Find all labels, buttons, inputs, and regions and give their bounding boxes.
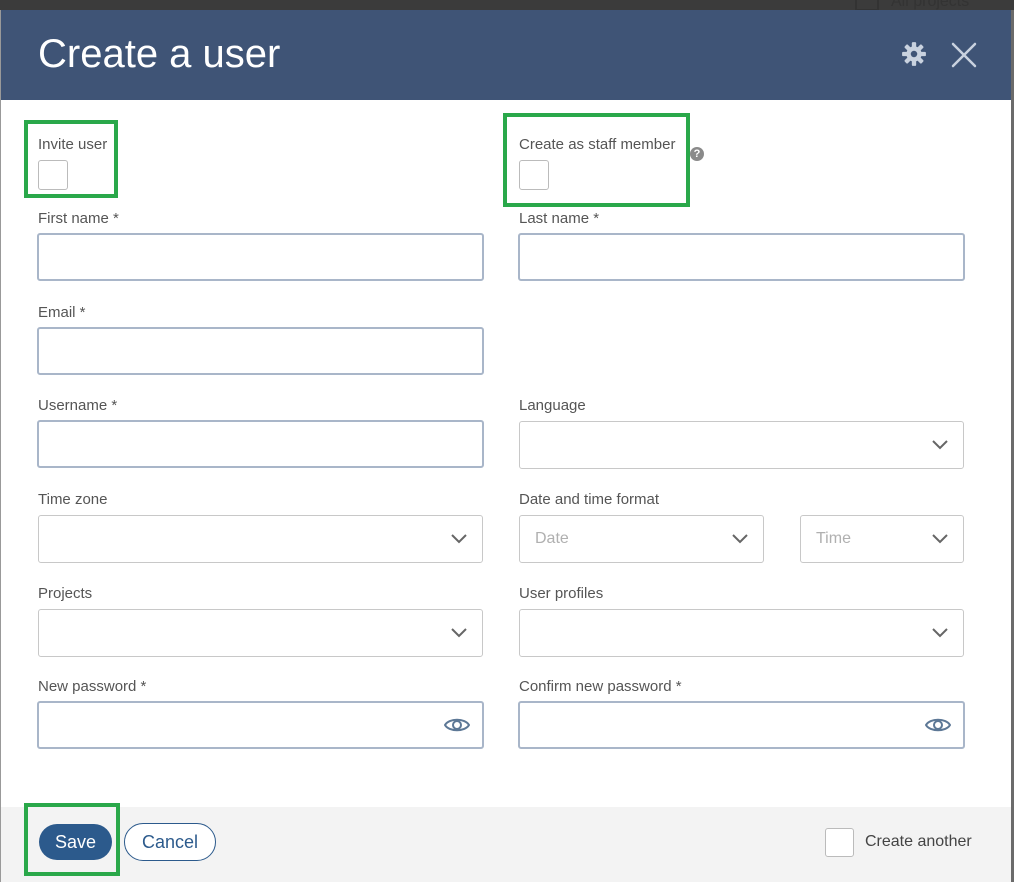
invite-user-checkbox[interactable] bbox=[38, 160, 68, 190]
confirm-password-label: Confirm new password * bbox=[519, 678, 682, 695]
create-another-label: Create another bbox=[865, 833, 972, 850]
new-password-label: New password * bbox=[38, 678, 147, 695]
close-icon[interactable] bbox=[949, 40, 979, 70]
time-placeholder: Time bbox=[816, 530, 851, 547]
confirm-password-input[interactable] bbox=[518, 701, 965, 749]
email-label: Email * bbox=[38, 304, 86, 321]
chevron-down-icon bbox=[451, 534, 467, 544]
gear-icon[interactable] bbox=[901, 41, 927, 67]
save-button[interactable]: Save bbox=[39, 824, 112, 860]
last-name-label: Last name * bbox=[519, 210, 600, 227]
staff-member-label: Create as staff member bbox=[519, 136, 676, 153]
chevron-down-icon bbox=[451, 628, 467, 638]
chevron-down-icon bbox=[932, 440, 948, 450]
first-name-input[interactable] bbox=[37, 233, 484, 281]
eye-icon[interactable] bbox=[444, 716, 470, 734]
email-input[interactable] bbox=[37, 327, 484, 375]
eye-icon[interactable] bbox=[925, 716, 951, 734]
modal-footer: Save Cancel Create another bbox=[1, 803, 1011, 882]
backdrop-breadcrumb: All projects bbox=[855, 0, 969, 11]
invite-user-label: Invite user bbox=[38, 136, 108, 153]
username-label: Username * bbox=[38, 397, 118, 414]
chevron-down-icon bbox=[932, 628, 948, 638]
date-time-format-label: Date and time format bbox=[519, 491, 660, 508]
last-name-input[interactable] bbox=[518, 233, 965, 281]
first-name-label: First name * bbox=[38, 210, 119, 227]
staff-member-checkbox[interactable] bbox=[519, 160, 549, 190]
time-format-select[interactable]: Time bbox=[800, 515, 964, 563]
language-select[interactable] bbox=[519, 421, 964, 469]
chevron-down-icon bbox=[732, 534, 748, 544]
projects-select[interactable] bbox=[38, 609, 483, 657]
cancel-button[interactable]: Cancel bbox=[124, 823, 216, 861]
time-zone-label: Time zone bbox=[38, 491, 108, 508]
user-profiles-select[interactable] bbox=[519, 609, 964, 657]
time-zone-select[interactable] bbox=[38, 515, 483, 563]
create-another-checkbox[interactable] bbox=[825, 828, 854, 857]
username-input[interactable] bbox=[37, 420, 484, 468]
projects-label: Projects bbox=[38, 585, 93, 602]
create-user-modal: Create a user Invite user Create as staf… bbox=[0, 10, 1011, 882]
modal-header: Create a user bbox=[1, 10, 1011, 100]
help-icon[interactable]: ? bbox=[690, 147, 704, 161]
date-placeholder: Date bbox=[535, 530, 569, 547]
date-format-select[interactable]: Date bbox=[519, 515, 764, 563]
modal-title: Create a user bbox=[38, 32, 281, 76]
chevron-down-icon bbox=[932, 534, 948, 544]
new-password-input[interactable] bbox=[37, 701, 484, 749]
user-profiles-label: User profiles bbox=[519, 585, 604, 602]
language-label: Language bbox=[519, 397, 586, 414]
